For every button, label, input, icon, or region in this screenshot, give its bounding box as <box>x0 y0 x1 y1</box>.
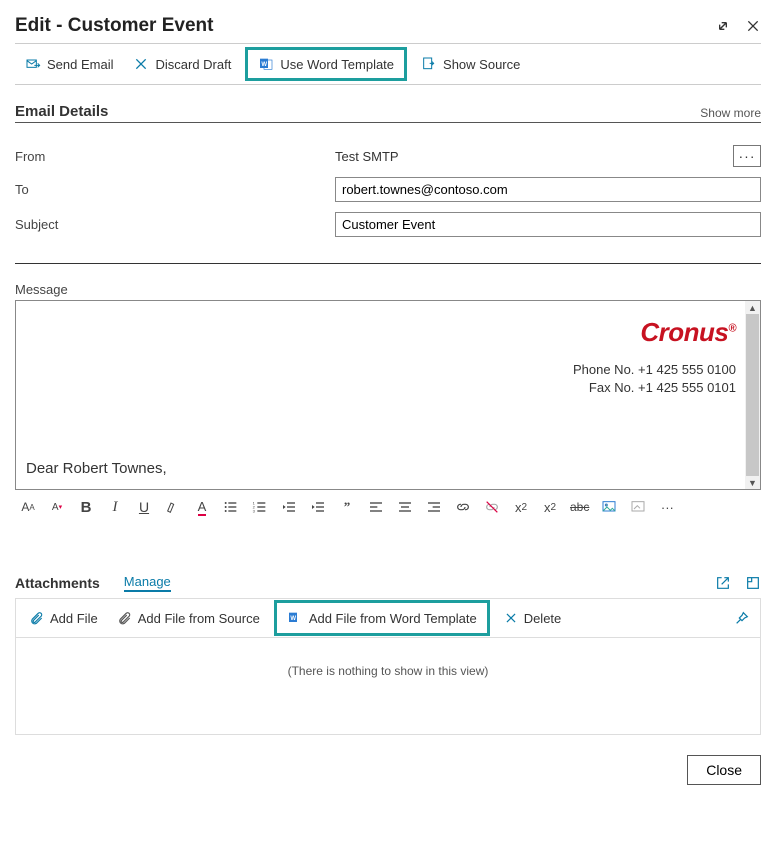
popout-icon[interactable] <box>745 575 761 591</box>
add-file-from-source-label: Add File from Source <box>138 611 260 626</box>
use-word-template-button[interactable]: W Use Word Template <box>245 47 407 81</box>
word-template-icon: W <box>258 56 274 72</box>
phone-line: Phone No. +1 425 555 0100 <box>573 361 736 379</box>
highlight-icon[interactable] <box>164 498 182 516</box>
superscript-icon[interactable]: x2 <box>512 498 530 516</box>
align-right-icon[interactable] <box>425 498 443 516</box>
send-email-label: Send Email <box>47 57 113 72</box>
word-icon: W <box>287 610 303 626</box>
quote-icon[interactable]: ” <box>338 498 356 516</box>
fax-line: Fax No. +1 425 555 0101 <box>573 379 736 397</box>
align-left-icon[interactable] <box>367 498 385 516</box>
outdent-icon[interactable] <box>280 498 298 516</box>
attach-source-icon <box>118 610 132 626</box>
mail-send-icon <box>25 56 41 72</box>
number-list-icon[interactable]: 123 <box>251 498 269 516</box>
close-icon[interactable] <box>745 18 761 34</box>
subject-label: Subject <box>15 217 335 232</box>
discard-icon <box>133 56 149 72</box>
send-email-button[interactable]: Send Email <box>15 50 123 78</box>
discard-draft-label: Discard Draft <box>155 57 231 72</box>
page-title: Edit - Customer Event <box>15 15 213 37</box>
scroll-thumb[interactable] <box>746 314 759 476</box>
bullet-list-icon[interactable] <box>222 498 240 516</box>
from-value: Test SMTP <box>335 149 399 164</box>
italic-icon[interactable]: I <box>106 498 124 516</box>
manage-link[interactable]: Manage <box>124 574 171 592</box>
brand-logo: Cronus® <box>640 317 736 347</box>
align-center-icon[interactable] <box>396 498 414 516</box>
show-source-icon <box>421 56 437 72</box>
close-button[interactable]: Close <box>687 755 761 785</box>
svg-text:W: W <box>290 616 296 622</box>
message-editor[interactable]: Cronus® Phone No. +1 425 555 0100 Fax No… <box>15 300 761 490</box>
show-source-label: Show Source <box>443 57 520 72</box>
subscript-icon[interactable]: x2 <box>541 498 559 516</box>
bold-icon[interactable]: B <box>77 498 95 516</box>
image-icon[interactable] <box>600 498 618 516</box>
use-word-template-label: Use Word Template <box>280 57 394 72</box>
svg-text:3: 3 <box>253 508 256 513</box>
clear-format-icon[interactable] <box>629 498 647 516</box>
attach-icon <box>30 610 44 626</box>
font-color-icon[interactable]: A <box>193 498 211 516</box>
unlink-icon[interactable] <box>483 498 501 516</box>
indent-icon[interactable] <box>309 498 327 516</box>
subject-input[interactable] <box>335 212 761 237</box>
expand-icon[interactable] <box>715 18 731 34</box>
editor-toolbar: AA A▾ B I U A 123 ” x2 x2 abc ··· <box>15 490 761 524</box>
svg-text:W: W <box>262 62 268 68</box>
to-input[interactable] <box>335 177 761 202</box>
scrollbar[interactable]: ▲ ▼ <box>745 301 760 489</box>
from-label: From <box>15 149 335 164</box>
scroll-up-icon[interactable]: ▲ <box>745 301 760 314</box>
attachments-heading: Attachments <box>15 575 100 591</box>
delete-label: Delete <box>524 611 562 626</box>
add-file-from-word-button[interactable]: W Add File from Word Template <box>274 600 490 636</box>
decrease-font-icon[interactable]: A▾ <box>48 498 66 516</box>
pin-icon[interactable] <box>734 610 750 626</box>
attachments-empty-text: (There is nothing to show in this view) <box>15 638 761 735</box>
show-source-button[interactable]: Show Source <box>411 50 530 78</box>
add-file-label: Add File <box>50 611 98 626</box>
show-more-link[interactable]: Show more <box>700 106 761 120</box>
to-label: To <box>15 182 335 197</box>
delete-button[interactable]: Delete <box>494 604 572 633</box>
scroll-down-icon[interactable]: ▼ <box>745 476 760 489</box>
add-file-from-word-label: Add File from Word Template <box>309 611 477 626</box>
more-options-icon[interactable]: ··· <box>658 498 676 516</box>
underline-icon[interactable]: U <box>135 498 153 516</box>
email-details-heading: Email Details <box>15 103 108 120</box>
strikethrough-icon[interactable]: abc <box>570 498 589 516</box>
add-file-button[interactable]: Add File <box>20 603 108 633</box>
delete-icon <box>504 611 518 625</box>
share-icon[interactable] <box>715 575 731 591</box>
increase-font-icon[interactable]: AA <box>19 498 37 516</box>
from-lookup-button[interactable]: ··· <box>733 145 761 167</box>
greeting-text: Dear Robert Townes, <box>26 460 167 477</box>
message-label: Message <box>15 282 761 297</box>
add-file-from-source-button[interactable]: Add File from Source <box>108 603 270 633</box>
discard-draft-button[interactable]: Discard Draft <box>123 50 241 78</box>
link-icon[interactable] <box>454 498 472 516</box>
